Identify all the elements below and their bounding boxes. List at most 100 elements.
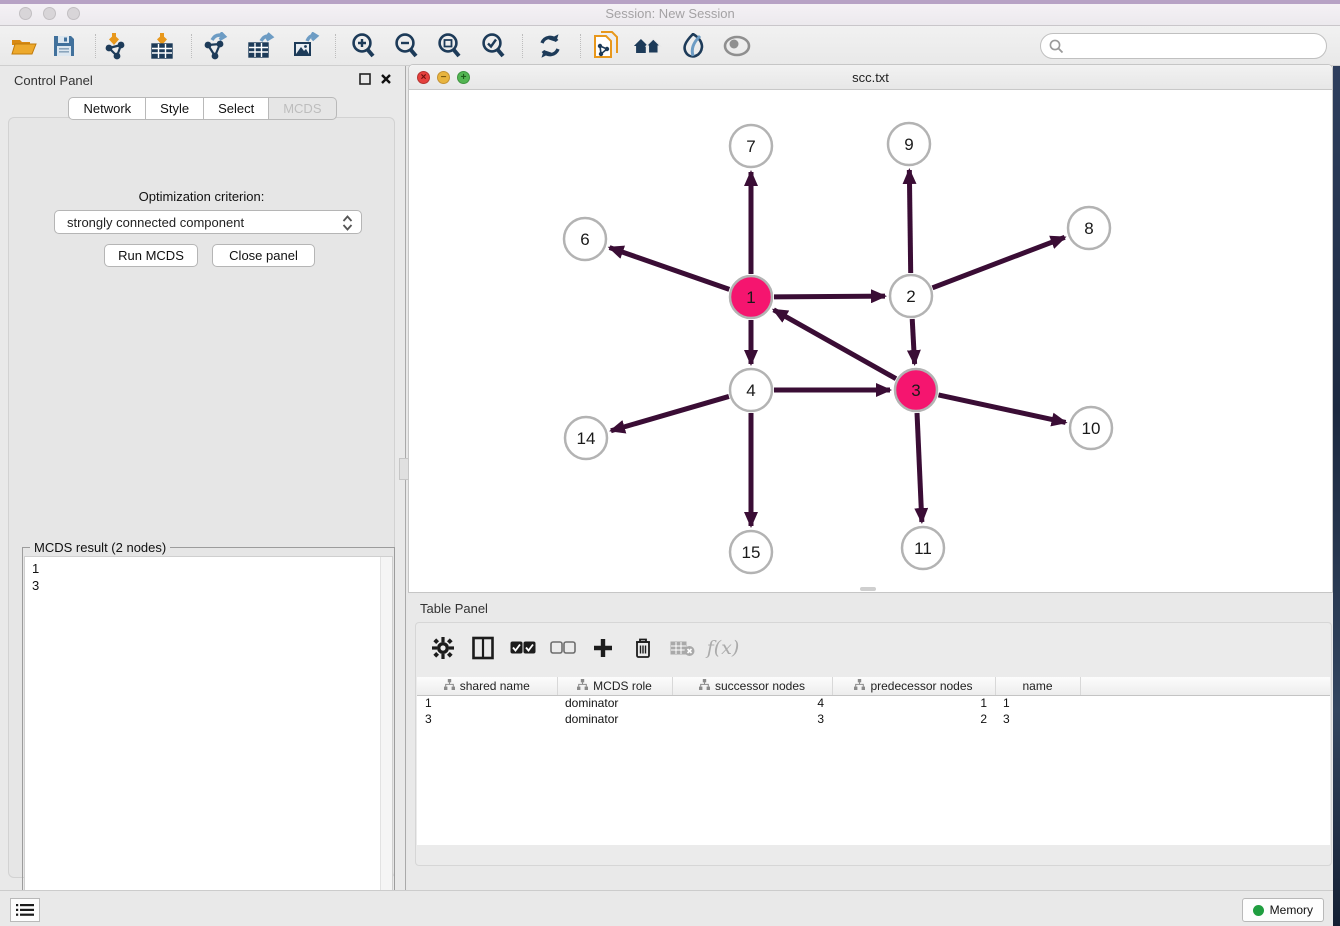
close-panel-icon[interactable] [379, 72, 393, 86]
table-cell: 1 [417, 695, 557, 711]
style-icon[interactable] [678, 32, 708, 60]
open-session-icon[interactable] [9, 32, 39, 60]
graph-node-4[interactable]: 4 [730, 369, 772, 411]
graph-edge-3-1[interactable] [774, 310, 896, 379]
graph-node-11[interactable]: 11 [902, 527, 944, 569]
tab-network[interactable]: Network [68, 97, 146, 120]
mcds-panel: Optimization criterion: strongly connect… [8, 117, 395, 878]
window-titlebar: Session: New Session [0, 0, 1340, 26]
graph-node-label: 6 [580, 230, 589, 249]
column-header-name[interactable]: name [995, 677, 1080, 695]
optimization-criterion-label: Optimization criterion: [9, 189, 394, 204]
zoom-out-icon[interactable] [391, 32, 421, 60]
desktop-background [1333, 66, 1340, 926]
tab-style[interactable]: Style [146, 97, 204, 120]
graph-node-14[interactable]: 14 [565, 417, 607, 459]
graph-node-8[interactable]: 8 [1068, 207, 1110, 249]
graph-edge-3-10[interactable] [938, 395, 1065, 423]
memory-label: Memory [1270, 903, 1313, 917]
deselect-all-icon[interactable] [550, 635, 576, 661]
graph-node-6[interactable]: 6 [564, 218, 606, 260]
network-canvas[interactable]: 7 9 6 8 1 2 4 3 14 10 15 11 [409, 90, 1332, 593]
column-header-shared-name[interactable]: shared name [417, 677, 557, 695]
search-input[interactable] [1040, 33, 1327, 59]
close-panel-button[interactable]: Close panel [212, 244, 315, 267]
settings-gear-icon[interactable] [430, 635, 456, 661]
status-bar: Memory [0, 890, 1340, 926]
graph-edge-2-8[interactable] [932, 237, 1064, 288]
add-column-icon[interactable] [590, 635, 616, 661]
criterion-dropdown[interactable]: strongly connected component [54, 210, 362, 234]
graph-node-label: 9 [904, 135, 913, 154]
network-window-titlebar[interactable]: × − + scc.txt [409, 65, 1332, 90]
export-image-icon[interactable] [291, 32, 321, 60]
task-history-button[interactable] [10, 898, 40, 922]
column-visibility-icon[interactable] [470, 635, 496, 661]
graph-node-3[interactable]: 3 [895, 369, 937, 411]
hierarchy-icon [699, 679, 710, 693]
memory-status-icon [1253, 905, 1264, 916]
criterion-value: strongly connected component [67, 215, 244, 230]
column-header-mcds-role[interactable]: MCDS role [557, 677, 672, 695]
float-panel-icon[interactable] [358, 72, 372, 86]
table-toolbar: f(x) [422, 627, 736, 669]
control-panel: Control Panel NetworkStyleSelectMCDS Opt… [0, 66, 405, 890]
export-table-icon[interactable] [246, 32, 276, 60]
graph-node-2[interactable]: 2 [890, 275, 932, 317]
canvas-grip[interactable] [860, 587, 876, 591]
select-all-icon[interactable] [510, 635, 536, 661]
result-scrollbar[interactable] [380, 557, 392, 920]
graph-node-1[interactable]: 1 [730, 276, 772, 318]
export-network-icon[interactable] [201, 32, 231, 60]
graph-node-9[interactable]: 9 [888, 123, 930, 165]
run-mcds-button[interactable]: Run MCDS [104, 244, 198, 267]
import-network-icon[interactable] [101, 32, 131, 60]
graph-node-7[interactable]: 7 [730, 125, 772, 167]
control-panel-tabs: NetworkStyleSelectMCDS [0, 97, 405, 120]
column-label: successor nodes [715, 679, 805, 693]
tab-select[interactable]: Select [204, 97, 269, 120]
graph-node-10[interactable]: 10 [1070, 407, 1112, 449]
column-label: predecessor nodes [870, 679, 972, 693]
zoom-in-icon[interactable] [348, 32, 378, 60]
graph-node-label: 7 [746, 137, 755, 156]
graph-edge-1-6[interactable] [610, 248, 730, 290]
table-row[interactable]: 1dominator411 [417, 695, 1330, 711]
network-from-selection-icon[interactable] [591, 32, 621, 60]
column-header-filler [1080, 677, 1330, 695]
refresh-icon[interactable] [535, 32, 565, 60]
hide-selected-icon[interactable] [722, 32, 752, 60]
tab-mcds[interactable]: MCDS [269, 97, 336, 120]
delete-column-icon[interactable] [630, 635, 656, 661]
graph-node-label: 11 [914, 539, 932, 558]
column-header-successor-nodes[interactable]: successor nodes [672, 677, 832, 695]
search-icon [1049, 39, 1064, 54]
import-table-icon[interactable] [147, 32, 177, 60]
result-line: 1 [32, 560, 392, 577]
mcds-result-title: MCDS result (2 nodes) [30, 540, 170, 555]
window-title: Session: New Session [0, 6, 1340, 21]
node-table: shared name MCDS role successor nodes prede… [417, 677, 1330, 845]
zoom-selected-icon[interactable] [478, 32, 508, 60]
mcds-result-group: MCDS result (2 nodes) 13 [22, 547, 395, 923]
zoom-fit-icon[interactable] [434, 32, 464, 60]
graph-edge-4-14[interactable] [611, 396, 729, 430]
save-session-icon[interactable] [49, 32, 79, 60]
graph-node-15[interactable]: 15 [730, 531, 772, 573]
column-header-predecessor-nodes[interactable]: predecessor nodes [832, 677, 995, 695]
control-panel-title: Control Panel [14, 73, 93, 88]
graph-edge-2-3[interactable] [912, 319, 914, 364]
memory-button[interactable]: Memory [1242, 898, 1324, 922]
table-cell: 1 [832, 695, 995, 711]
graph-edge-1-2[interactable] [774, 296, 885, 297]
network-view-window: × − + scc.txt 7 9 6 8 1 2 4 3 14 10 15 11 [408, 64, 1333, 593]
mcds-result-textarea[interactable]: 13 [24, 556, 393, 921]
table-cell: dominator [557, 695, 672, 711]
graph-edge-2-9[interactable] [909, 170, 910, 273]
first-neighbors-icon[interactable] [633, 32, 663, 60]
table-row[interactable]: 3dominator323 [417, 711, 1330, 727]
column-label: MCDS role [593, 679, 652, 693]
graph-node-label: 8 [1084, 219, 1093, 238]
graph-edge-3-11[interactable] [917, 413, 922, 522]
table-cell: 1 [995, 695, 1080, 711]
